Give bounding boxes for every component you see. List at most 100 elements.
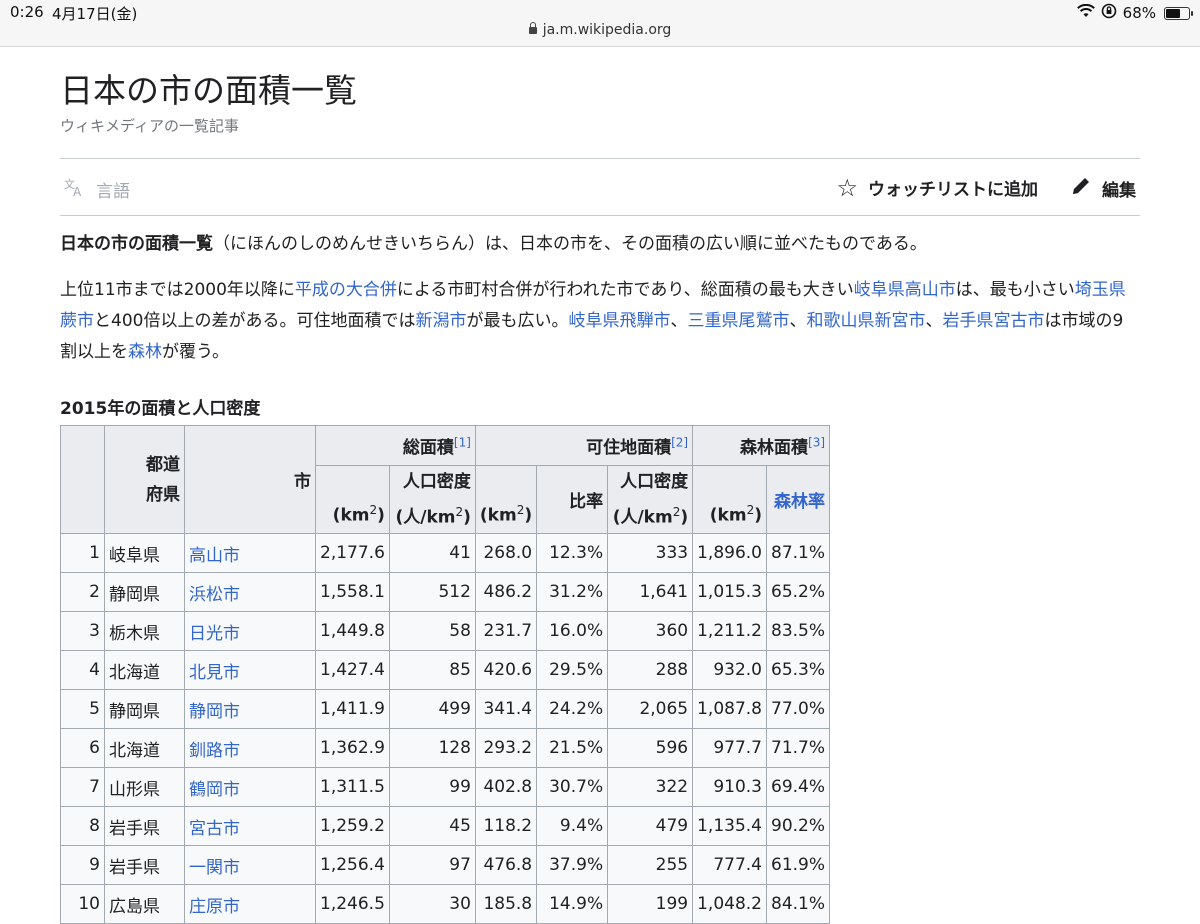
habitable-density-cell: 322 bbox=[607, 767, 694, 808]
article-content: 日本の市の面積一覧 ウィキメディアの一覧記事 文A 言語 ☆ ウォッチリストに追… bbox=[60, 70, 1140, 924]
city-link[interactable]: 北見市 bbox=[189, 663, 240, 683]
rank-cell: 2 bbox=[60, 572, 105, 613]
superscript: 2 bbox=[369, 502, 378, 517]
header-text: (km bbox=[709, 505, 747, 526]
total-density-header: 人口密度 (人/km2) bbox=[388, 465, 476, 535]
header-text: ) bbox=[680, 507, 689, 528]
city-link[interactable]: 日光市 bbox=[189, 624, 240, 644]
habitable-area-cell: 486.2 bbox=[474, 572, 538, 613]
habitable-area-cell: 231.7 bbox=[474, 611, 538, 652]
prefecture-cell: 岩手県 bbox=[104, 845, 185, 886]
area-table: 都道 府県 市 総面積[1] 可住地面積[2] 森林面積[3] (km2) 人口… bbox=[60, 425, 831, 924]
table-row: 10 広島県 庄原市 1,246.5 30 185.8 14.9% 199 1,048.2 84.… bbox=[60, 884, 831, 924]
habitable-density-cell: 255 bbox=[607, 845, 694, 886]
translate-icon: 文A bbox=[64, 177, 86, 202]
header-text: 人口密度 bbox=[402, 471, 471, 492]
text-run: が覆う。 bbox=[162, 342, 229, 363]
page-subtitle: ウィキメディアの一覧記事 bbox=[60, 117, 239, 136]
prefecture-cell: 岐阜県 bbox=[104, 533, 185, 574]
city-cell: 北見市 bbox=[184, 650, 316, 691]
rank-cell: 1 bbox=[60, 533, 105, 574]
habitable-density-cell: 1,641 bbox=[607, 572, 694, 613]
forest-ratio-cell: 71.7% bbox=[765, 728, 831, 769]
ratio-cell: 37.9% bbox=[536, 845, 609, 886]
city-link[interactable]: 静岡市 bbox=[189, 702, 240, 722]
total-area-cell: 1,427.4 bbox=[315, 650, 390, 691]
habitable-area-cell: 341.4 bbox=[474, 689, 538, 730]
rank-cell: 6 bbox=[60, 728, 105, 769]
prefecture-cell: 北海道 bbox=[104, 728, 185, 769]
total-area-cell: 1,362.9 bbox=[315, 728, 390, 769]
watchlist-button[interactable]: ☆ ウォッチリストに追加 bbox=[836, 175, 1038, 201]
density-cell: 512 bbox=[388, 572, 476, 613]
city-header: 市 bbox=[184, 425, 316, 535]
habitable-area-cell: 118.2 bbox=[474, 806, 538, 847]
city-link[interactable]: 一関市 bbox=[189, 858, 240, 878]
prefecture-cell: 静岡県 bbox=[104, 689, 185, 730]
forest-ratio-cell: 69.4% bbox=[765, 767, 831, 808]
link-shingu[interactable]: 和歌山県新宮市 bbox=[806, 311, 925, 331]
link-miyako[interactable]: 岩手県宮古市 bbox=[942, 311, 1044, 331]
edit-button[interactable]: 編集 bbox=[1070, 175, 1136, 202]
forest-ratio-cell: 65.2% bbox=[765, 572, 831, 613]
habitable-area-cell: 268.0 bbox=[474, 533, 538, 574]
link-forest[interactable]: 森林 bbox=[128, 342, 162, 362]
rank-cell: 7 bbox=[60, 767, 105, 808]
habitable-density-cell: 333 bbox=[607, 533, 694, 574]
header-text: 森林面積 bbox=[740, 438, 809, 459]
city-cell: 釧路市 bbox=[184, 728, 316, 769]
reference-link[interactable]: [2] bbox=[671, 436, 688, 450]
header-text: ) bbox=[463, 507, 471, 528]
battery-fill bbox=[1166, 8, 1180, 18]
forest-ratio-cell: 83.5% bbox=[765, 611, 831, 652]
superscript: 2 bbox=[455, 504, 464, 519]
forest-ratio-cell: 65.3% bbox=[765, 650, 831, 691]
habitable-area-cell: 293.2 bbox=[474, 728, 538, 769]
table-row: 3 栃木県 日光市 1,449.8 58 231.7 16.0% 360 1,211.2 83.5… bbox=[60, 611, 831, 652]
header-text: (人/km bbox=[395, 507, 456, 528]
city-link[interactable]: 宮古市 bbox=[189, 819, 240, 839]
forest-ratio-cell: 77.0% bbox=[765, 689, 831, 730]
density-cell: 58 bbox=[388, 611, 476, 652]
prefecture-cell: 北海道 bbox=[104, 650, 185, 691]
text-run: と400倍以上の差がある。可住地面積では bbox=[94, 311, 416, 332]
header-text: 都道 bbox=[146, 454, 180, 475]
density-cell: 41 bbox=[388, 533, 476, 574]
intro-bold: 日本の市の面積一覧 bbox=[60, 234, 213, 255]
link-takayama[interactable]: 岐阜県高山市 bbox=[854, 280, 956, 300]
table-row: 8 岩手県 宮古市 1,259.2 45 118.2 9.4% 479 1,135.4 90.2% bbox=[60, 806, 831, 847]
city-link[interactable]: 浜松市 bbox=[189, 585, 240, 605]
header-text: (人/km bbox=[612, 507, 673, 528]
pencil-icon bbox=[1070, 175, 1092, 202]
text-run: 、 bbox=[670, 311, 688, 332]
total-area-cell: 1,256.4 bbox=[315, 845, 390, 886]
link-hida[interactable]: 岐阜県飛騨市 bbox=[568, 311, 670, 331]
total-km2-header: (km2) bbox=[315, 465, 390, 535]
ratio-cell: 21.5% bbox=[536, 728, 609, 769]
prefecture-cell: 岩手県 bbox=[104, 806, 185, 847]
city-cell: 宮古市 bbox=[184, 806, 316, 847]
city-link[interactable]: 鶴岡市 bbox=[189, 780, 240, 800]
link-niigata[interactable]: 新潟市 bbox=[415, 311, 466, 331]
total-area-header: 総面積[1] bbox=[315, 425, 476, 467]
language-button[interactable]: 文A 言語 bbox=[64, 177, 130, 202]
table-row: 9 岩手県 一関市 1,256.4 97 476.8 37.9% 255 777.4 61.9% bbox=[60, 845, 831, 886]
forest-ratio-link[interactable]: 森林率 bbox=[774, 492, 825, 512]
reference-link[interactable]: [3] bbox=[808, 436, 825, 450]
total-area-cell: 2,177.6 bbox=[315, 533, 390, 574]
prefecture-cell: 広島県 bbox=[104, 884, 185, 924]
address-bar[interactable]: ja.m.wikipedia.org bbox=[0, 22, 1200, 38]
header-text: ) bbox=[754, 505, 762, 526]
city-link[interactable]: 高山市 bbox=[189, 546, 240, 566]
reference-link[interactable]: [1] bbox=[454, 436, 471, 450]
header-text: 府県 bbox=[146, 484, 180, 505]
forest-area-cell: 910.3 bbox=[692, 767, 767, 808]
link-heisei-merger[interactable]: 平成の大合併 bbox=[295, 280, 397, 300]
table-row: 1 岐阜県 高山市 2,177.6 41 268.0 12.3% 333 1,896.0 87.1… bbox=[60, 533, 831, 574]
wifi-icon bbox=[1076, 3, 1095, 22]
link-owase[interactable]: 三重県尾鷲市 bbox=[687, 311, 789, 331]
habitable-density-cell: 479 bbox=[607, 806, 694, 847]
forest-ratio-cell: 90.2% bbox=[765, 806, 831, 847]
forest-area-cell: 1,087.8 bbox=[692, 689, 767, 730]
city-link[interactable]: 釧路市 bbox=[189, 741, 240, 761]
